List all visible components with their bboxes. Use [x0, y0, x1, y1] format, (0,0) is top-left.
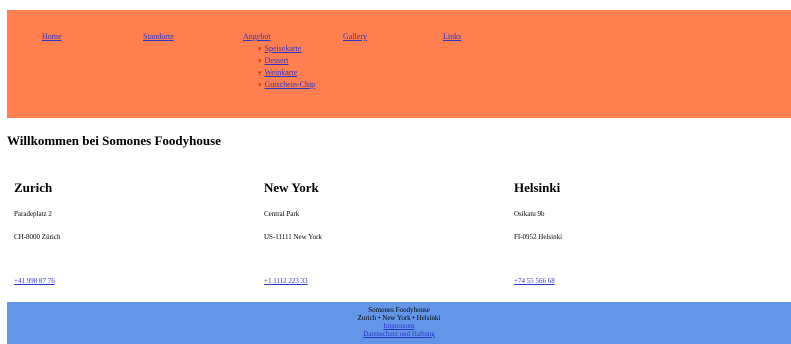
location-city: New York	[264, 180, 319, 195]
location-street: Paradeplatz 2	[14, 210, 52, 218]
nav-item-standorte[interactable]: Standorte	[143, 32, 174, 41]
submenu-item-weinkarte[interactable]: Weinkarte	[265, 68, 298, 77]
nav-item-links[interactable]: Links	[443, 32, 461, 41]
bullet-icon: ▾	[258, 57, 262, 65]
submenu-item-gutschein-chip[interactable]: Gutschein-Chip	[265, 80, 316, 89]
location-postal: US-11111 New York	[264, 233, 322, 241]
location-city: Helsinki	[514, 180, 561, 195]
footer-cities: Zurich • New York • Helsinki	[357, 314, 441, 322]
footer-name: Somones Foodyhouse	[368, 306, 430, 314]
bullet-icon: ▾	[258, 69, 262, 77]
nav-item-gallery[interactable]: Gallery	[343, 32, 367, 41]
location-postal: FI-0952 Helsinki	[514, 233, 563, 241]
footer-link-impressum[interactable]: Impressum	[7, 322, 791, 330]
location-phone-link[interactable]: +74 55 566 68	[514, 277, 555, 285]
page-title: Willkommen bei Somones Foodyhouse	[7, 133, 221, 148]
location-zurich: Zurich Paradeplatz 2 CH-8000 Zürich +41 …	[14, 180, 264, 285]
location-street: Osikatu 9b	[514, 210, 545, 218]
submenu-item-speisekarte[interactable]: Speisekarte	[265, 44, 302, 53]
footer-link-datenschutz[interactable]: Datenschutz und Haftung	[7, 330, 791, 338]
top-strip	[0, 0, 791, 8]
angebot-submenu: ▾ Speisekarte ▾ Dessert ▾ Weinkarte ▾ Gutsch…	[258, 43, 315, 91]
location-postal: CH-8000 Zürich	[14, 233, 61, 241]
submenu-item: ▾ Weinkarte	[258, 67, 315, 79]
main-navigation: Home Standorte Angebot Gallery Links ▾ Sp…	[7, 10, 791, 118]
submenu-item: ▾ Dessert	[258, 55, 315, 67]
nav-item-angebot[interactable]: Angebot	[243, 32, 271, 41]
footer: Somones Foodyhouse Zurich • New York • H…	[7, 302, 791, 344]
submenu-item-dessert[interactable]: Dessert	[265, 56, 289, 65]
bullet-icon: ▾	[258, 81, 262, 89]
location-phone-link[interactable]: +1 1112 223 33	[264, 277, 308, 285]
location-city: Zurich	[14, 180, 53, 195]
location-street: Central Park	[264, 210, 300, 218]
bullet-icon: ▾	[258, 45, 262, 53]
submenu-item: ▾ Speisekarte	[258, 43, 315, 55]
location-helsinki: Helsinki Osikatu 9b FI-0952 Helsinki +74…	[514, 180, 764, 285]
location-new-york: New York Central Park US-11111 New York …	[264, 180, 514, 285]
location-phone-link[interactable]: +41 998 87 76	[14, 277, 55, 285]
submenu-item: ▾ Gutschein-Chip	[258, 79, 315, 91]
nav-item-home[interactable]: Home	[42, 32, 62, 41]
